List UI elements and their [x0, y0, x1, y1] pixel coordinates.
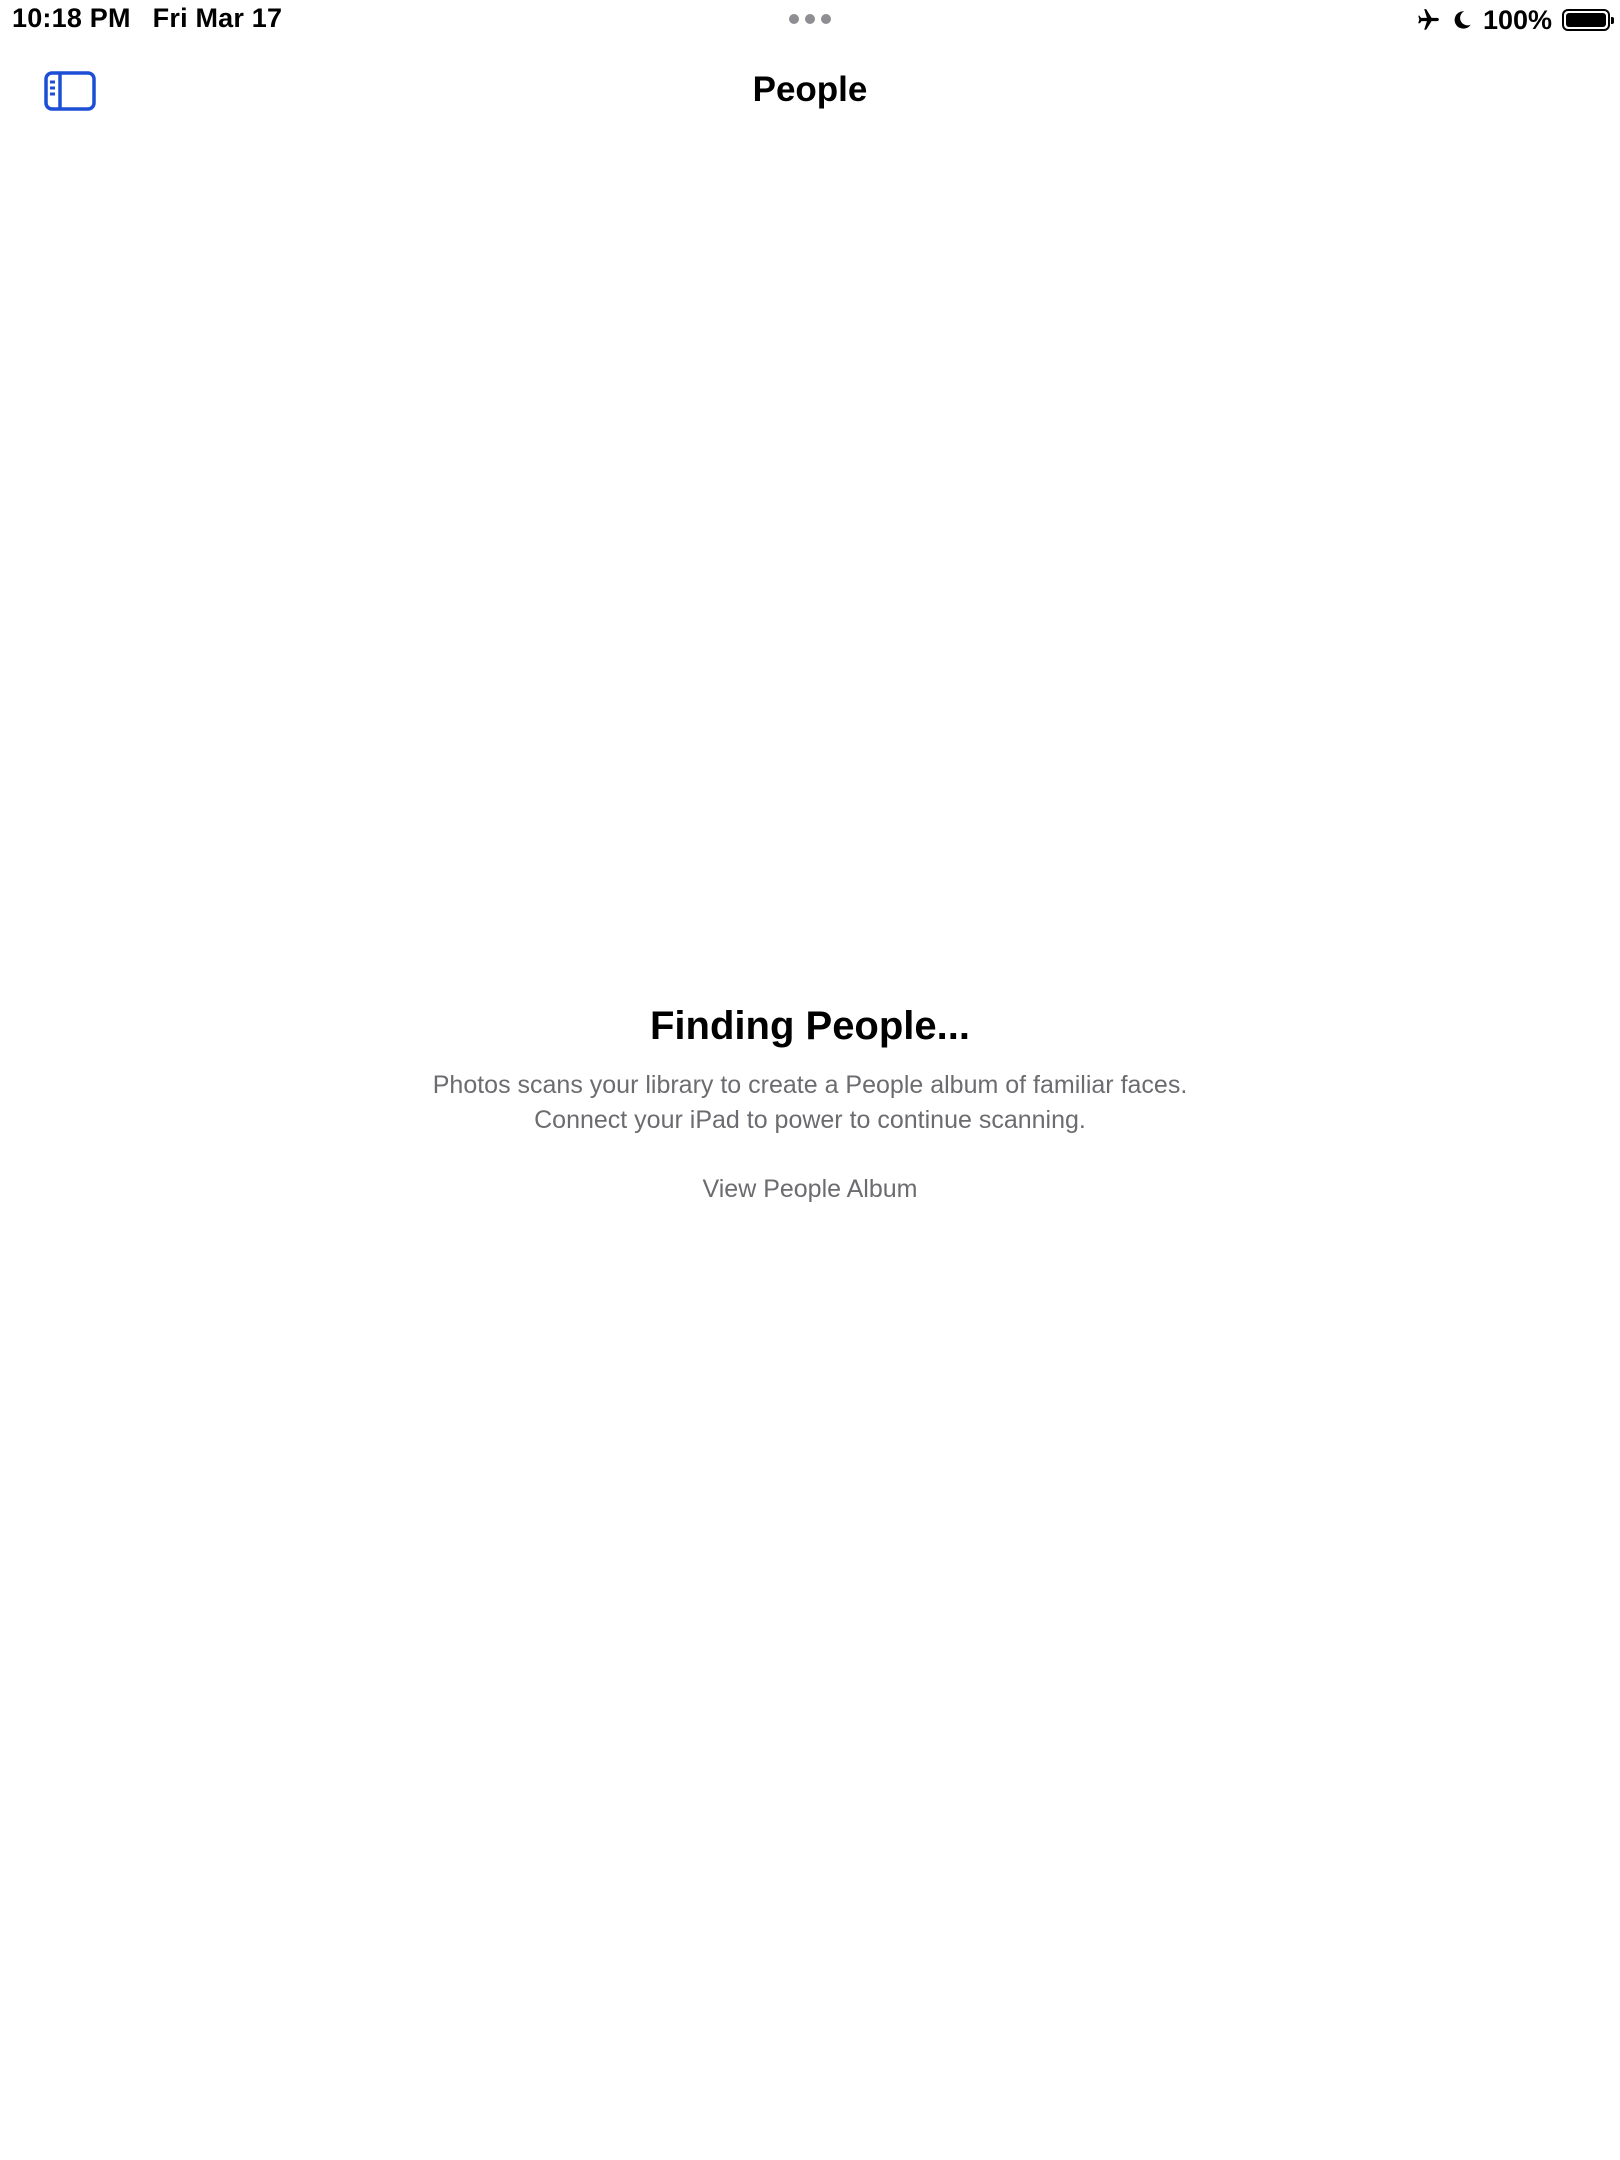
- empty-state-message-line2: Connect your iPad to power to continue s…: [534, 1106, 1086, 1134]
- empty-state-message: Photos scans your library to create a Pe…: [0, 1068, 1620, 1138]
- moon-icon: [1451, 9, 1473, 31]
- empty-state-message-line1: Photos scans your library to create a Pe…: [432, 1071, 1188, 1099]
- view-people-album-button[interactable]: View People Album: [703, 1175, 918, 1204]
- navigation-bar: People: [0, 60, 1620, 120]
- battery-percent: 100%: [1482, 4, 1552, 35]
- empty-state-title: Finding People...: [650, 1004, 970, 1048]
- page-title: People: [752, 70, 868, 109]
- battery-icon: [1562, 9, 1614, 31]
- status-date: Fri Mar 17: [152, 3, 283, 33]
- airplane-icon: [1415, 7, 1441, 33]
- status-time: 10:18 PM: [12, 3, 131, 33]
- empty-state: Finding People... Photos scans your libr…: [0, 1000, 1620, 1204]
- multitasking-menu-icon[interactable]: [789, 14, 831, 24]
- status-datetime: 10:18 PM Fri Mar 17: [12, 3, 282, 34]
- status-bar: 10:18 PM Fri Mar 17 100%: [0, 0, 1620, 40]
- status-indicators: 100%: [1415, 3, 1614, 37]
